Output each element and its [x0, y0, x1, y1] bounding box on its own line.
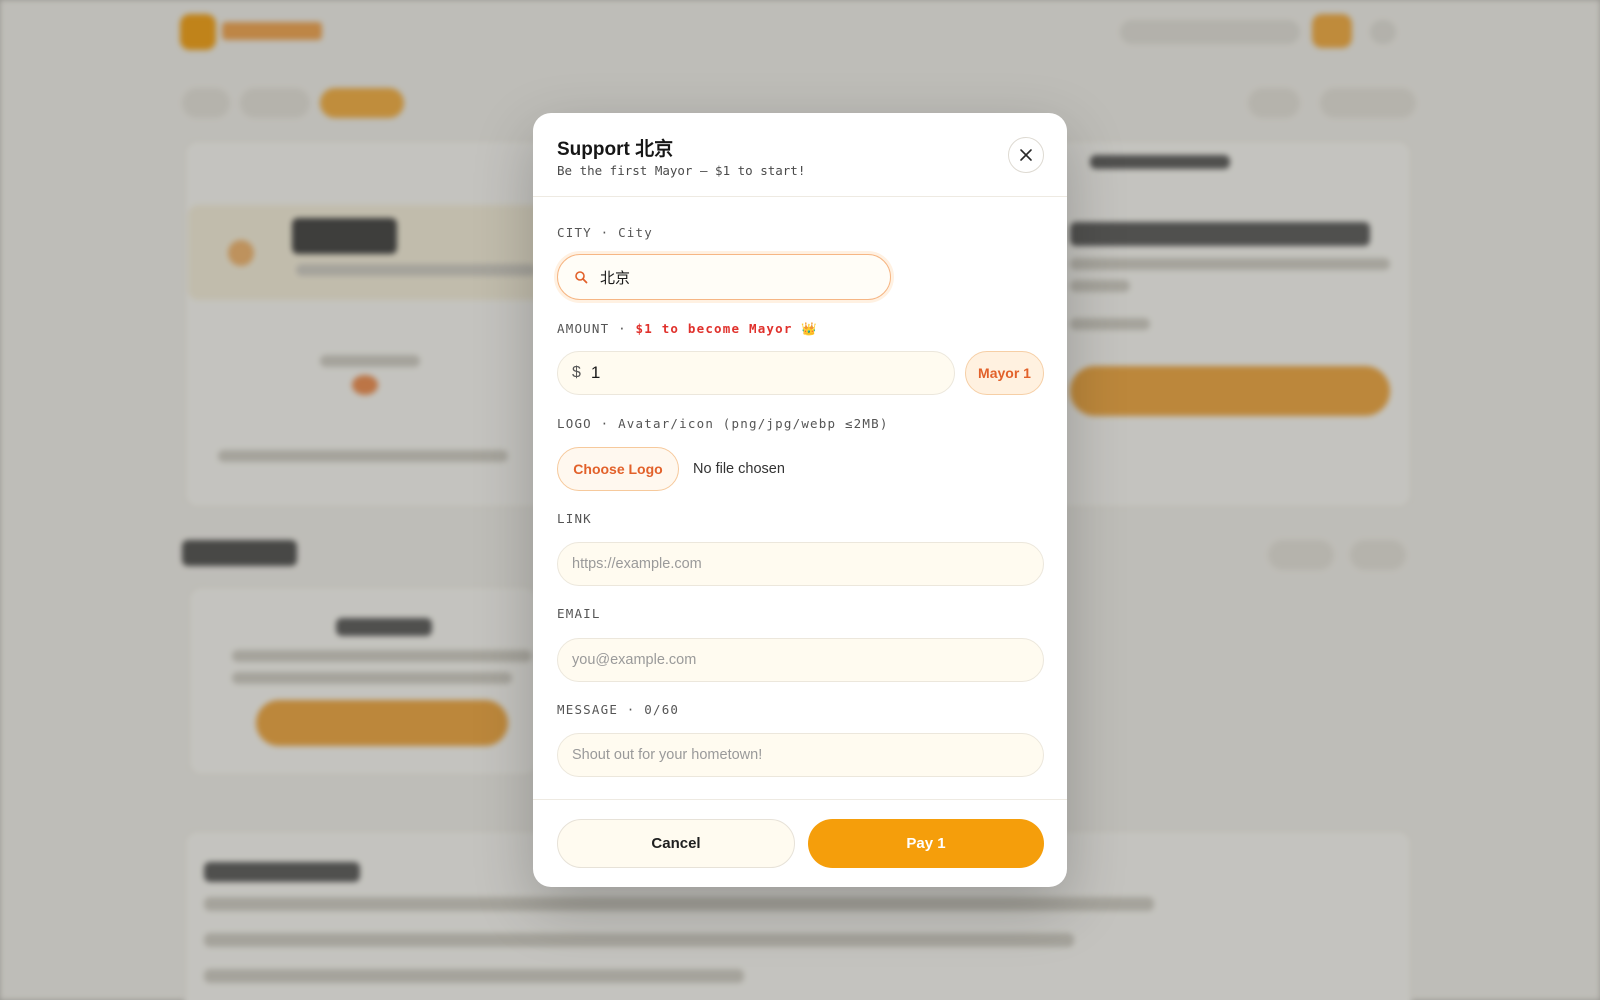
message-label: MESSAGE · 0/60 — [557, 702, 680, 717]
modal-footer: Cancel Pay 1 — [533, 799, 1067, 887]
modal-title: Support 北京 — [557, 139, 674, 160]
email-input[interactable]: you@example.com — [557, 638, 1044, 682]
amount-label: AMOUNT · $1 to become Mayor 👑 — [557, 321, 818, 337]
email-label: EMAIL — [557, 606, 601, 621]
modal-subtitle: Be the first Mayor — $1 to start! — [557, 163, 806, 178]
choose-logo-button[interactable]: Choose Logo — [557, 447, 679, 491]
currency-symbol: $ — [572, 364, 581, 381]
link-placeholder: https://example.com — [572, 556, 702, 572]
amount-label-hint: $1 to become Mayor 👑 — [635, 321, 819, 336]
link-input[interactable]: https://example.com — [557, 542, 1044, 586]
logo-label: LOGO · Avatar/icon (png/jpg/webp ≤2MB) — [557, 416, 889, 431]
close-button[interactable] — [1008, 137, 1044, 173]
link-label: LINK — [557, 511, 592, 526]
amount-value: 1 — [590, 363, 601, 382]
amount-input[interactable]: $ 1 — [557, 351, 955, 395]
close-icon — [1020, 149, 1032, 161]
city-label: CITY · City — [557, 225, 653, 240]
mayor-preset-chip[interactable]: Mayor 1 — [965, 351, 1044, 395]
file-status-text: No file chosen — [693, 461, 785, 477]
pay-button[interactable]: Pay 1 — [808, 819, 1044, 868]
amount-label-prefix: AMOUNT · — [557, 321, 636, 336]
support-modal: Support 北京 Be the first Mayor — $1 to st… — [533, 113, 1067, 887]
search-icon — [572, 268, 590, 286]
modal-header: Support 北京 Be the first Mayor — $1 to st… — [533, 113, 1067, 197]
message-placeholder: Shout out for your hometown! — [572, 747, 763, 763]
city-search-value: 北京 — [600, 269, 631, 287]
message-input[interactable]: Shout out for your hometown! — [557, 733, 1044, 777]
city-search-input[interactable]: 北京 — [557, 254, 891, 300]
email-placeholder: you@example.com — [572, 652, 697, 668]
cancel-button[interactable]: Cancel — [557, 819, 795, 868]
